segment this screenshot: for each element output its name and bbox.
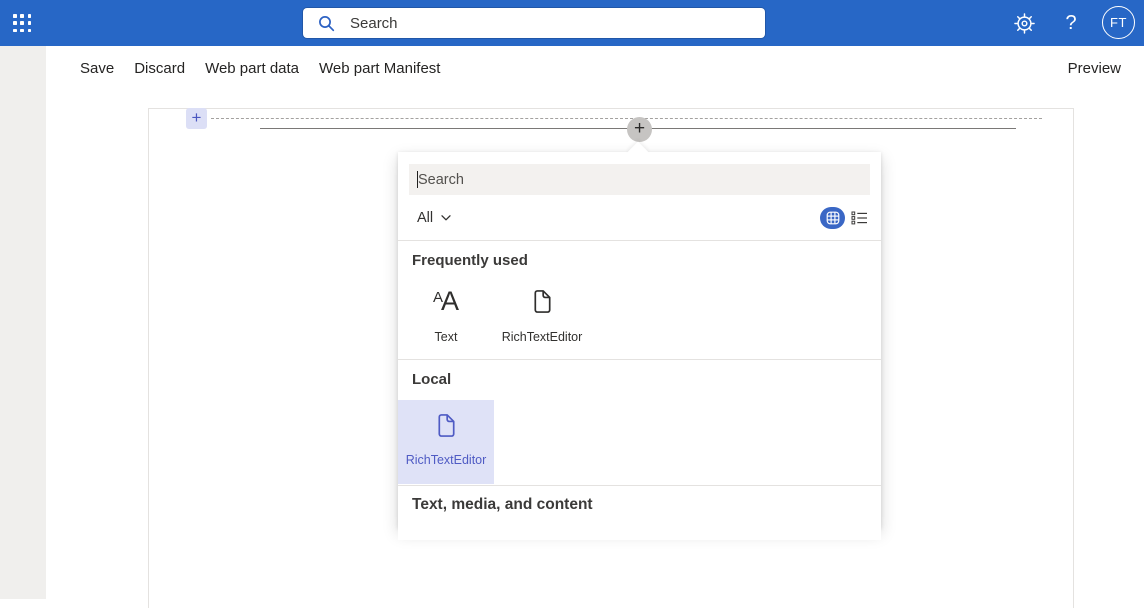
picker-search-input[interactable]: Search [409,164,870,195]
section-title: Frequently used [412,252,528,269]
webpart-tile-label: RichTextEditor [405,453,487,467]
web-part-manifest-button[interactable]: Web part Manifest [319,60,440,77]
global-search-box[interactable] [303,8,765,38]
chevron-down-icon [441,214,451,220]
list-view-toggle[interactable] [849,208,869,228]
section-frequently-used: Frequently used AA Text RichTextEditor [398,241,881,359]
picker-filter-row: All [398,195,881,240]
suite-bar: ? FT [0,0,1144,46]
add-section-button[interactable]: + [186,108,207,129]
left-rail [0,46,46,599]
add-webpart-button[interactable]: + [627,117,652,142]
save-button[interactable]: Save [80,60,114,77]
page-icon [433,404,460,446]
filter-dropdown-value: All [417,209,434,226]
app-launcher-icon[interactable] [13,14,33,33]
command-toolbar: Save Discard Web part data Web part Mani… [0,46,1144,90]
filter-dropdown[interactable]: All [417,210,451,226]
font-icon: AA [432,285,460,316]
help-icon[interactable]: ? [1057,0,1085,46]
webpart-tile-richtexteditor[interactable]: RichTextEditor [494,280,590,344]
picker-search-placeholder: Search [418,171,464,188]
preview-button[interactable]: Preview [1068,60,1121,77]
grid-view-toggle[interactable] [820,206,845,229]
section-text-media-content[interactable]: Text, media, and content [398,486,881,514]
list-view-icon [851,211,867,224]
section-local: Local RichTextEditor [398,360,881,485]
webpart-tile-label: Text [434,330,458,344]
grid-view-icon [826,211,839,224]
avatar[interactable]: FT [1102,6,1135,39]
page-icon [529,280,556,322]
discard-button[interactable]: Discard [134,60,185,77]
webpart-tile-text[interactable]: AA Text [398,280,494,344]
webpart-tile-richtexteditor-local[interactable]: RichTextEditor [398,400,494,484]
section-title: Local [412,371,452,388]
search-icon [319,15,335,31]
web-part-data-button[interactable]: Web part data [205,60,299,77]
section-dashed-border [211,118,1042,119]
webpart-tile-label: RichTextEditor [501,330,583,344]
global-search-input[interactable] [348,13,732,33]
section-title: Text, media, and content [412,496,593,513]
webpart-picker-popup: Search All Frequently used AA Text RichT… [398,141,881,540]
settings-gear-icon[interactable] [1008,0,1040,46]
